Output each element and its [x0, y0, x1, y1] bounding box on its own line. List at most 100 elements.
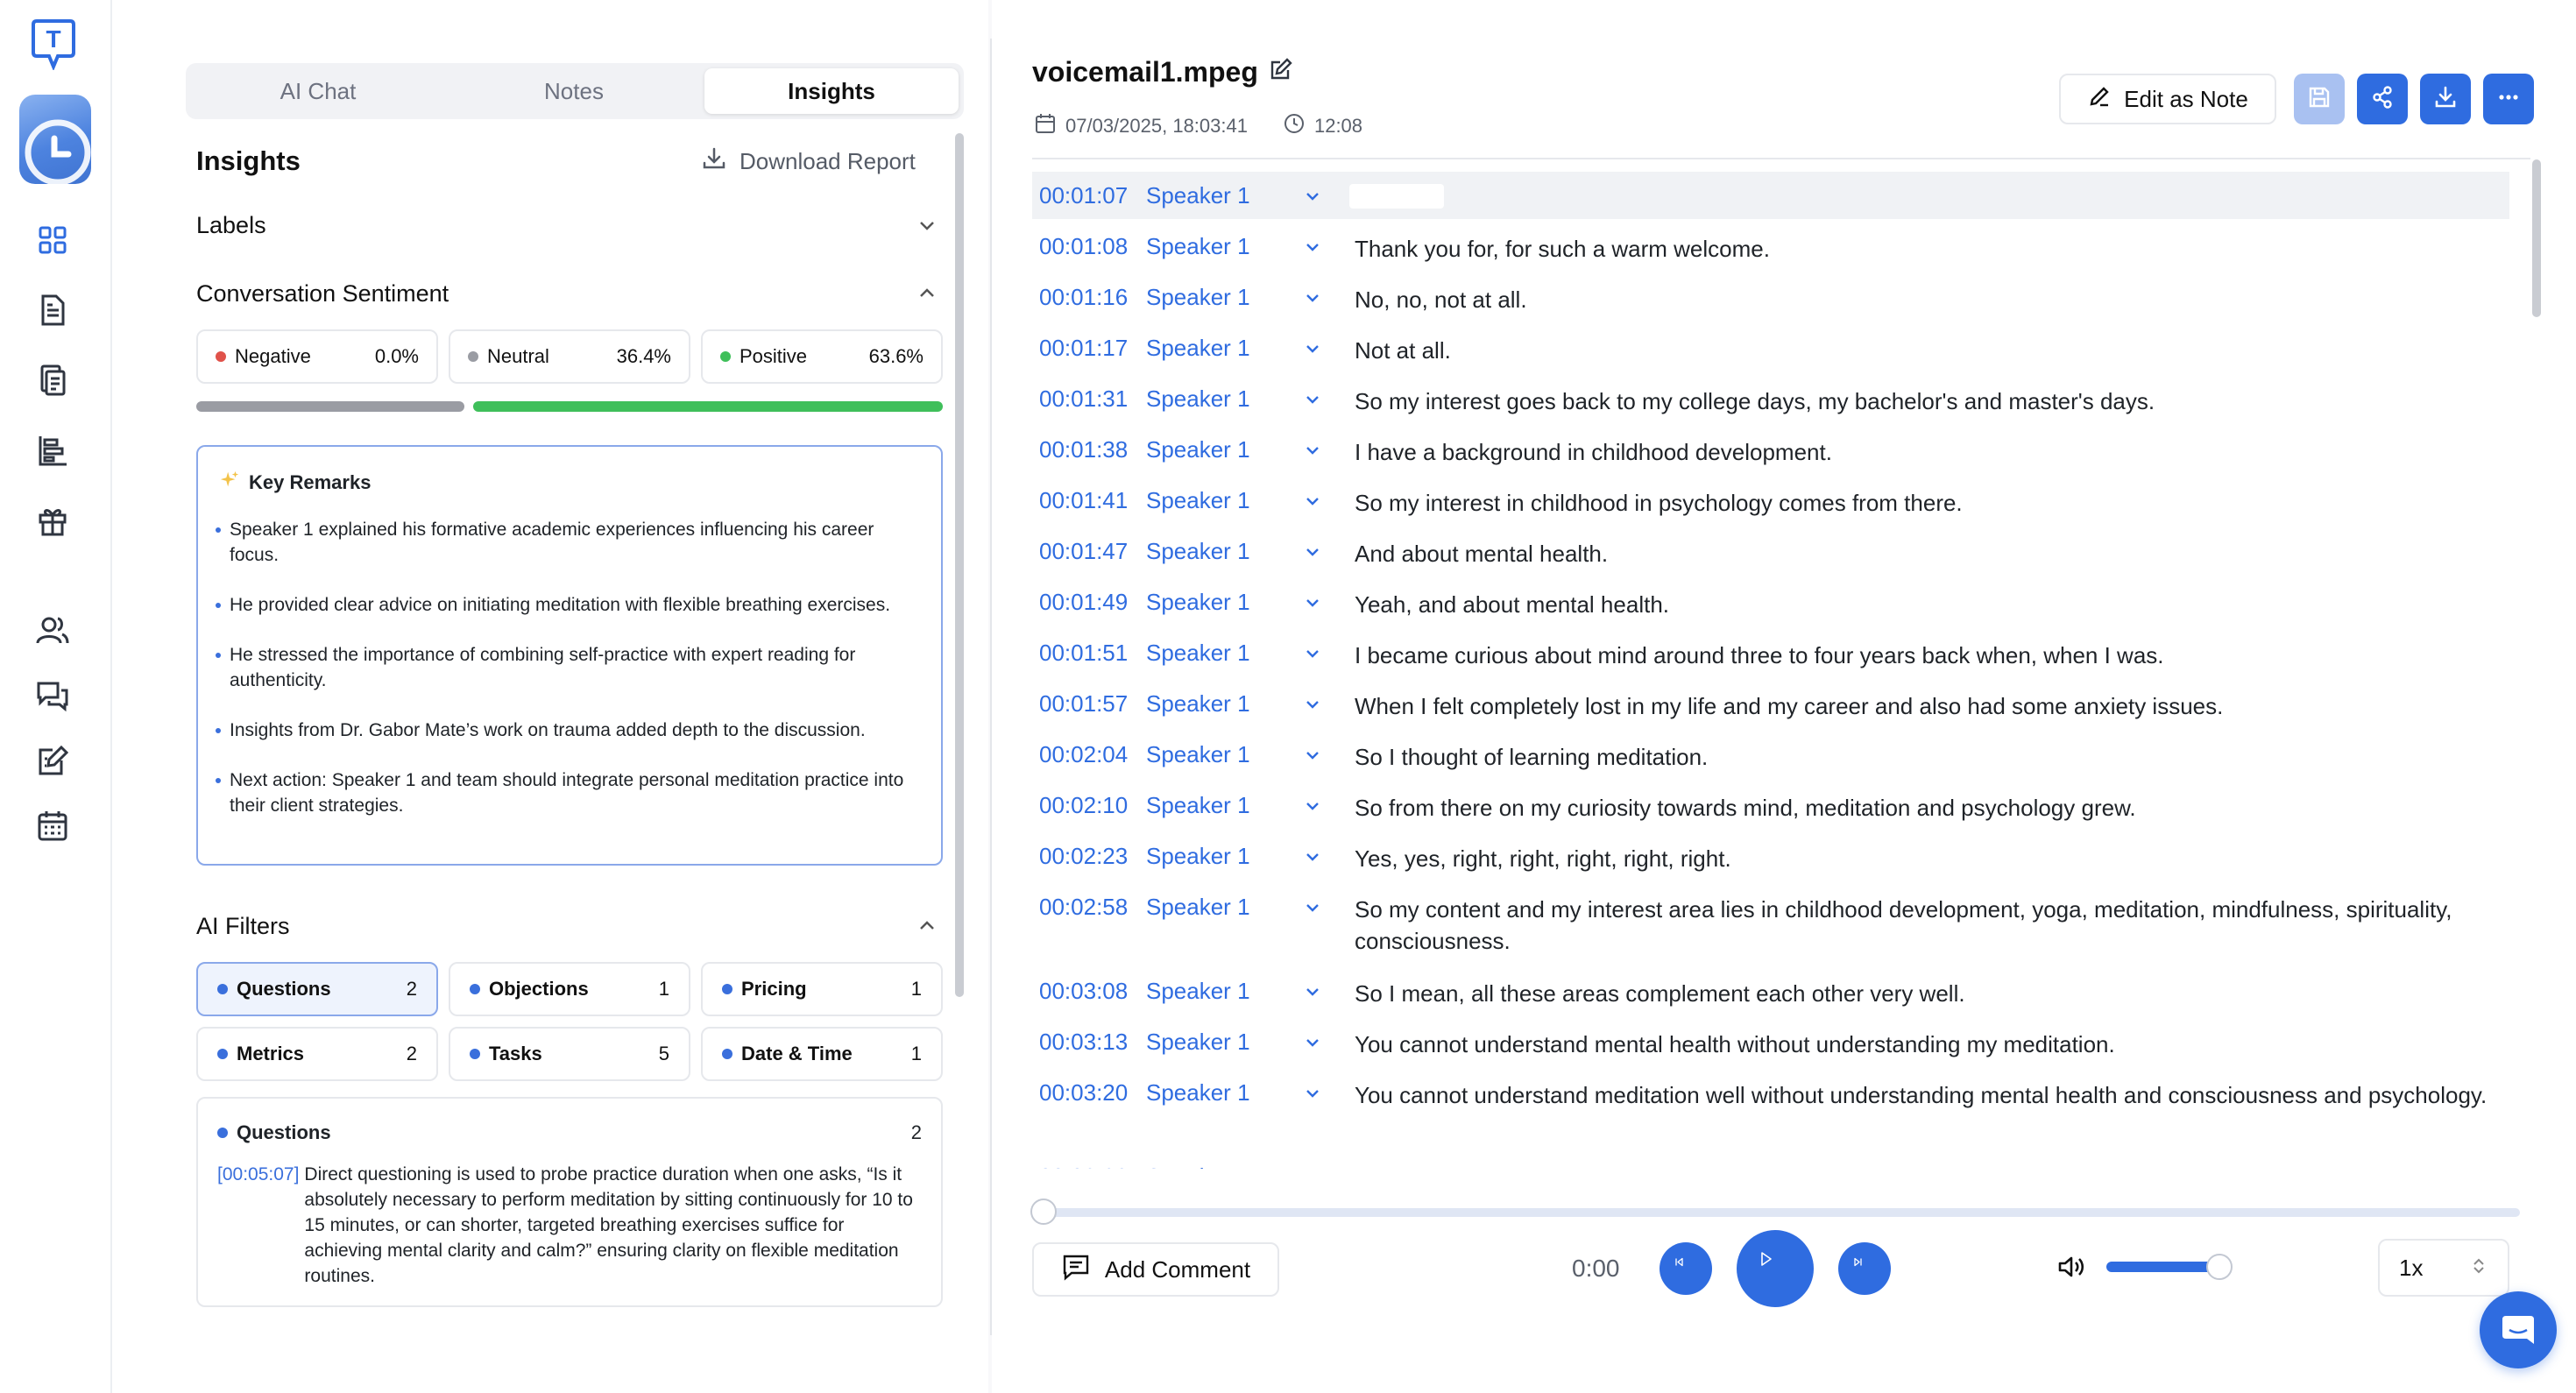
transcript-text[interactable]: So my interest in childhood in psycholog… — [1355, 487, 2494, 519]
chevron-down-icon[interactable] — [1302, 287, 1323, 308]
support-chat-button[interactable] — [2480, 1291, 2557, 1368]
timestamp-link[interactable]: 00:01:41 — [1039, 487, 1128, 514]
volume-slider-track[interactable] — [2106, 1262, 2220, 1272]
timestamp-link[interactable]: 00:02:58 — [1039, 894, 1128, 921]
filter-date-time[interactable]: Date & Time 1 — [701, 1027, 943, 1081]
filter-tasks[interactable]: Tasks 5 — [449, 1027, 690, 1081]
timestamp-link[interactable]: 00:03:20 — [1039, 1079, 1128, 1107]
chevron-down-icon[interactable] — [1302, 592, 1323, 613]
transcript-text[interactable]: So all these areas complement each other… — [1355, 1163, 2494, 1169]
transcript-row[interactable]: 00:01:31 Speaker 1 So my interest goes bac… — [1032, 375, 2509, 426]
transcript-row[interactable]: 00:01:17 Speaker 1 Not at all. — [1032, 324, 2509, 375]
speaker-name[interactable]: Speaker 1 — [1146, 792, 1250, 819]
chevron-down-icon[interactable] — [1302, 440, 1323, 461]
transcript-row[interactable]: 00:03:13 Speaker 1 You cannot understand m… — [1032, 1018, 2509, 1069]
transcript-row[interactable]: 00:03:26 Speaker 1 So all these areas comp… — [1032, 1153, 2509, 1169]
document-icon[interactable] — [35, 293, 70, 328]
transcript-row[interactable]: 00:01:47 Speaker 1 And about mental health… — [1032, 527, 2509, 578]
speaker-name[interactable]: Speaker 1 — [1146, 436, 1250, 463]
transcript-text[interactable]: No, no, not at all. — [1355, 284, 2494, 315]
filter-objections[interactable]: Objections 1 — [449, 962, 690, 1016]
download-report-button[interactable]: Download Report — [701, 145, 916, 178]
chevron-up-icon[interactable] — [915, 913, 939, 937]
users-icon[interactable] — [35, 613, 70, 648]
transcript-row[interactable]: 00:01:08 Speaker 1 Thank you for, for such… — [1032, 223, 2509, 273]
timestamp-link[interactable]: 00:01:49 — [1039, 589, 1128, 616]
edit-title-icon[interactable] — [1269, 56, 1293, 88]
transcript-row[interactable]: 00:01:57 Speaker 1 When I felt completely … — [1032, 680, 2509, 731]
transcript-text[interactable]: When I felt completely lost in my life a… — [1355, 690, 2494, 722]
transcript-text[interactable]: So I thought of learning meditation. — [1355, 741, 2494, 773]
transcript-text[interactable]: You cannot understand meditation well wi… — [1355, 1079, 2494, 1111]
timestamp-link[interactable]: 00:03:08 — [1039, 978, 1128, 1005]
speaker-name[interactable]: Speaker 1 — [1146, 487, 1250, 514]
chart-icon[interactable] — [35, 433, 70, 468]
transcript-text[interactable]: I became curious about mind around three… — [1355, 640, 2494, 671]
speaker-name[interactable]: Speaker 1 — [1146, 538, 1250, 565]
speaker-name[interactable]: Speaker 1 — [1146, 690, 1250, 718]
question-timestamp-link[interactable]: [00:05:07] — [217, 1162, 299, 1289]
chat-icon[interactable] — [35, 678, 70, 713]
transcript-text[interactable]: Thank you for, for such a warm welcome. — [1355, 233, 2494, 265]
speaker-name[interactable]: Speaker 1 — [1146, 182, 1250, 209]
filter-pricing[interactable]: Pricing 1 — [701, 962, 943, 1016]
playback-speed-select[interactable]: 1x — [2378, 1239, 2509, 1297]
transcript-text[interactable]: Not at all. — [1355, 335, 2494, 366]
play-button[interactable] — [1737, 1230, 1814, 1307]
speaker-name[interactable]: Speaker 1 — [1146, 741, 1250, 768]
transcript-row[interactable]: 00:01:51 Speaker 1 I became curious about … — [1032, 629, 2509, 680]
timestamp-link[interactable]: 00:01:57 — [1039, 690, 1128, 718]
save-button[interactable] — [2294, 74, 2345, 124]
transcript-scrollbar[interactable] — [2532, 159, 2541, 317]
chevron-down-icon[interactable] — [1302, 745, 1323, 766]
chevron-down-icon[interactable] — [1302, 338, 1323, 359]
chevron-down-icon[interactable] — [1302, 186, 1323, 207]
chevron-down-icon[interactable] — [1302, 643, 1323, 664]
transcript-text[interactable]: So from there on my curiosity towards mi… — [1355, 792, 2494, 824]
skip-forward-button[interactable] — [1838, 1242, 1891, 1295]
volume-icon[interactable] — [2056, 1251, 2087, 1283]
chevron-down-icon[interactable] — [1302, 795, 1323, 817]
chevron-down-icon[interactable] — [1302, 897, 1323, 918]
timestamp-link[interactable]: 00:01:31 — [1039, 385, 1128, 413]
transcript-text[interactable]: And about mental health. — [1355, 538, 2494, 569]
transcript-row[interactable]: 00:03:20 Speaker 1 You cannot understand m… — [1032, 1069, 2509, 1153]
transcript-row[interactable]: 00:01:41 Speaker 1 So my interest in child… — [1032, 477, 2509, 527]
tab-notes[interactable]: Notes — [447, 68, 701, 114]
transcript-row[interactable]: 00:03:08 Speaker 1 So I mean, all these ar… — [1032, 967, 2509, 1018]
transcript-row[interactable]: 00:02:58 Speaker 1 So my content and my in… — [1032, 883, 2509, 967]
speaker-name[interactable]: Speaker 1 — [1146, 640, 1250, 667]
editable-text-field[interactable] — [1349, 184, 1444, 209]
speaker-name[interactable]: Speaker 1 — [1146, 1163, 1250, 1169]
speaker-name[interactable]: Speaker 1 — [1146, 589, 1250, 616]
chevron-up-icon[interactable] — [915, 280, 939, 305]
transcript-row[interactable]: 00:02:23 Speaker 1 Yes, yes, right, right,… — [1032, 832, 2509, 883]
more-options-button[interactable] — [2483, 74, 2534, 124]
skip-back-button[interactable] — [1660, 1242, 1712, 1295]
transcript-row[interactable]: 00:01:49 Speaker 1 Yeah, and about mental … — [1032, 578, 2509, 629]
tab-insights[interactable]: Insights — [704, 68, 959, 114]
transcript-row[interactable]: 00:01:07 Speaker 1 — [1032, 172, 2509, 219]
speaker-name[interactable]: Speaker 1 — [1146, 335, 1250, 362]
transcript-row[interactable]: 00:02:10 Speaker 1 So from there on my cur… — [1032, 781, 2509, 832]
gift-icon[interactable] — [35, 503, 70, 538]
download-button[interactable] — [2420, 74, 2471, 124]
chevron-down-icon[interactable] — [1302, 1167, 1323, 1169]
transcript-text[interactable]: I have a background in childhood develop… — [1355, 436, 2494, 468]
playback-progress-track[interactable] — [1043, 1208, 2520, 1217]
timestamp-link[interactable]: 00:01:16 — [1039, 284, 1128, 311]
chevron-down-icon[interactable] — [1302, 541, 1323, 562]
transcript-text[interactable]: So I mean, all these areas complement ea… — [1355, 978, 2494, 1009]
playback-progress-handle[interactable] — [1030, 1199, 1057, 1225]
chevron-down-icon[interactable] — [1302, 981, 1323, 1002]
notes-icon[interactable] — [35, 743, 70, 778]
timestamp-link[interactable]: 00:01:38 — [1039, 436, 1128, 463]
speaker-name[interactable]: Speaker 1 — [1146, 385, 1250, 413]
chevron-down-icon[interactable] — [1302, 694, 1323, 715]
chevron-down-icon[interactable] — [915, 214, 939, 238]
speaker-name[interactable]: Speaker 1 — [1146, 1029, 1250, 1056]
volume-slider-handle[interactable] — [2206, 1254, 2233, 1280]
transcript-text[interactable]: So my interest goes back to my college d… — [1355, 385, 2494, 417]
timestamp-link[interactable]: 00:03:26 — [1039, 1163, 1128, 1169]
timestamp-link[interactable]: 00:02:23 — [1039, 843, 1128, 870]
